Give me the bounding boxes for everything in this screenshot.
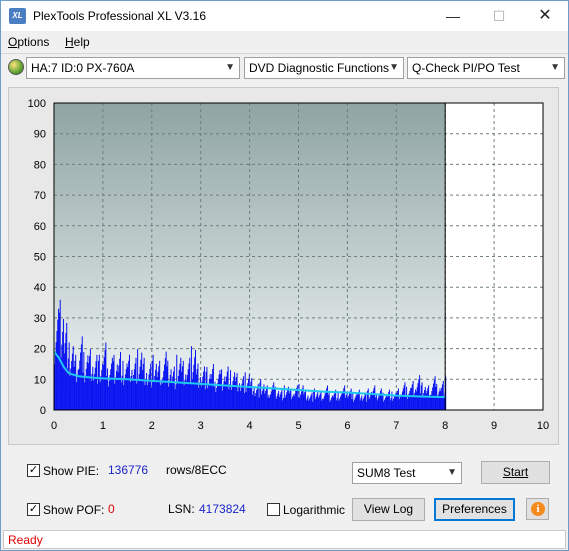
start-button-label: Start: [502, 465, 529, 479]
function-select-value: DVD Diagnostic Functions: [249, 61, 390, 75]
y-tick-label: 30: [34, 313, 46, 325]
menu-help-accel: H: [65, 35, 74, 49]
status-text: Ready: [8, 533, 43, 547]
menu-options-accel: O: [8, 35, 18, 49]
maximize-button[interactable]: ☐: [476, 1, 522, 31]
y-tick-label: 0: [40, 405, 46, 417]
show-pie-value: 136776: [108, 463, 149, 477]
toolbar: HA:7 ID:0 PX-760A ▼ DVD Diagnostic Funct…: [1, 53, 568, 80]
drive-select[interactable]: HA:7 ID:0 PX-760A ▼: [26, 57, 240, 79]
chevron-down-icon: ▼: [389, 62, 399, 73]
app-window: XL PlexTools Professional XL V3.16 — ☐ ✕…: [0, 0, 569, 551]
y-tick-label: 20: [34, 344, 46, 356]
close-button[interactable]: ✕: [522, 1, 568, 31]
x-tick-label: 7: [393, 420, 399, 432]
x-tick-label: 4: [247, 420, 253, 432]
y-tick-label: 10: [34, 374, 46, 386]
lsn-label: LSN:: [168, 502, 195, 516]
preferences-button[interactable]: Preferences: [434, 498, 515, 521]
x-tick-label: 0: [51, 420, 57, 432]
show-pof-label: Show POF:: [43, 503, 105, 517]
menu-options-label: ptions: [17, 35, 50, 49]
logarithmic-checkbox[interactable]: [267, 503, 280, 516]
function-select[interactable]: DVD Diagnostic Functions ▼: [244, 57, 404, 79]
drive-select-value: HA:7 ID:0 PX-760A: [31, 61, 135, 75]
y-tick-label: 90: [34, 129, 46, 141]
pie-chart: 0 10 20 30 40 50 60 70 80 90 100 0 1 2 3 4 5 6 7 8 9 10: [28, 98, 549, 432]
x-tick-label: 9: [491, 420, 497, 432]
menu-bar: Options Help: [1, 32, 568, 52]
sum8-test-select[interactable]: SUM8 Test ▼: [352, 462, 462, 484]
chevron-down-icon: ▼: [447, 467, 457, 478]
chevron-down-icon: ▼: [550, 62, 560, 73]
minimize-button[interactable]: —: [430, 1, 476, 31]
menu-help-label: elp: [73, 35, 90, 49]
status-bar: Ready: [3, 530, 566, 549]
x-tick-label: 5: [295, 420, 301, 432]
drive-icon[interactable]: [8, 59, 24, 75]
view-log-button-label: View Log: [363, 502, 414, 516]
show-pie-unit: rows/8ECC: [166, 463, 227, 477]
x-tick-label: 8: [442, 420, 448, 432]
show-pof-value: 0: [108, 502, 115, 516]
show-pie-checkbox[interactable]: ✓: [27, 464, 40, 477]
show-pie-label: Show PIE:: [43, 464, 100, 478]
lsn-value: 4173824: [199, 502, 246, 516]
x-tick-label: 6: [344, 420, 350, 432]
y-tick-label: 70: [34, 190, 46, 202]
chart-panel: 0 10 20 30 40 50 60 70 80 90 100 0 1 2 3 4 5 6 7 8 9 10: [8, 87, 559, 445]
y-tick-label: 50: [34, 252, 46, 264]
x-tick-label: 3: [198, 420, 204, 432]
show-pof-checkbox[interactable]: ✓: [27, 503, 40, 516]
test-select-value: Q-Check PI/PO Test: [412, 61, 520, 75]
x-tick-label: 10: [537, 420, 549, 432]
window-title: PlexTools Professional XL V3.16: [33, 9, 206, 23]
title-bar[interactable]: XL PlexTools Professional XL V3.16 — ☐ ✕: [1, 1, 568, 31]
y-tick-label: 80: [34, 159, 46, 171]
start-button[interactable]: Start: [481, 461, 550, 484]
menu-options[interactable]: Options: [8, 35, 49, 49]
test-select[interactable]: Q-Check PI/PO Test ▼: [407, 57, 565, 79]
y-tick-label: 60: [34, 221, 46, 233]
menu-help[interactable]: Help: [65, 35, 90, 49]
info-icon: i: [531, 502, 545, 516]
chevron-down-icon: ▼: [225, 62, 235, 73]
preferences-button-label: Preferences: [442, 502, 507, 516]
x-tick-label: 2: [149, 420, 155, 432]
plextools-logo-icon: XL: [9, 8, 26, 24]
sum8-test-value: SUM8 Test: [357, 466, 416, 480]
x-tick-label: 1: [100, 420, 106, 432]
y-tick-label: 100: [28, 98, 46, 110]
view-log-button[interactable]: View Log: [352, 498, 425, 521]
info-button[interactable]: i: [526, 498, 549, 520]
y-tick-label: 40: [34, 282, 46, 294]
logarithmic-label: Logarithmic: [283, 503, 346, 517]
